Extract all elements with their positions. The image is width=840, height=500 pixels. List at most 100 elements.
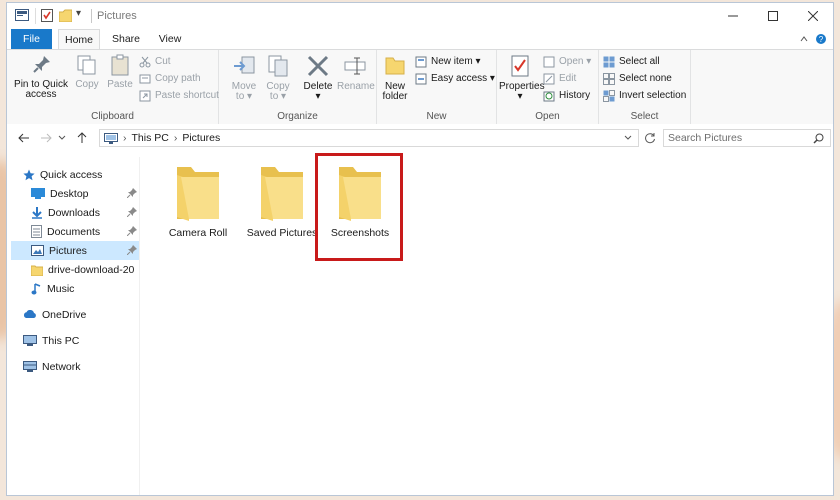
breadcrumb-pictures[interactable]: Pictures	[182, 132, 220, 144]
desktop-icon	[31, 188, 45, 199]
edit-label: Edit	[559, 73, 577, 84]
select-none-button[interactable]: Select none	[603, 71, 672, 87]
open-label: Open ▾	[559, 56, 592, 67]
rename-icon	[344, 57, 366, 75]
properties-qat-icon[interactable]	[41, 9, 53, 25]
open-group: Properties ▾ Open ▾ Edit History Open	[497, 50, 599, 124]
back-button[interactable]	[15, 129, 33, 147]
rename-button[interactable]: Rename	[337, 54, 375, 92]
paste-label: Paste	[107, 79, 133, 90]
folder-name: Saved Pictures	[246, 227, 318, 239]
cut-button[interactable]: Cut	[139, 54, 171, 70]
nav-documents[interactable]: Documents	[31, 222, 139, 241]
new-folder-button[interactable]: New folder	[379, 54, 411, 102]
invert-selection-icon	[603, 90, 615, 102]
qat-customize-dropdown[interactable]: ▾	[76, 8, 81, 19]
folder-item-camera-roll[interactable]: Camera Roll	[158, 157, 238, 239]
nav-network[interactable]: Network	[23, 357, 139, 376]
history-button[interactable]: History	[543, 88, 590, 104]
copy-path-button[interactable]: Copy path	[139, 71, 201, 87]
search-icon	[813, 133, 824, 144]
nav-downloads[interactable]: Downloads	[31, 203, 139, 222]
folder-item-saved-pictures[interactable]: Saved Pictures	[242, 157, 322, 239]
chevron-down-icon	[58, 135, 66, 140]
red-highlight-box	[315, 153, 403, 261]
nav-pictures[interactable]: Pictures	[11, 241, 139, 260]
open-button[interactable]: Open ▾	[543, 54, 591, 70]
nav-this-pc[interactable]: This PC	[23, 331, 139, 350]
this-pc-icon	[104, 132, 118, 144]
breadcrumb-this-pc[interactable]: This PC	[132, 132, 169, 144]
easy-access-label: Easy access ▾	[431, 73, 495, 84]
tab-home[interactable]: Home	[58, 29, 100, 50]
scissors-icon	[139, 56, 151, 68]
tab-view[interactable]: View	[152, 29, 188, 49]
minimize-button[interactable]	[713, 3, 753, 29]
properties-icon	[511, 55, 529, 77]
search-input[interactable]: Search Pictures	[663, 129, 831, 147]
nav-drive-download[interactable]: drive-download-20	[31, 260, 139, 279]
new-folder-label-2: folder	[382, 91, 408, 102]
easy-access-button[interactable]: Easy access ▾	[415, 71, 495, 87]
nav-music-label: Music	[47, 282, 75, 295]
nav-quick-access-label: Quick access	[40, 168, 103, 181]
explorer-app-icon[interactable]	[15, 9, 29, 24]
tab-share[interactable]: Share	[107, 29, 145, 49]
music-note-icon	[31, 282, 41, 294]
invert-selection-button[interactable]: Invert selection	[603, 88, 686, 104]
copy-path-icon	[139, 74, 151, 84]
folder-name: Camera Roll	[168, 227, 228, 239]
nav-music[interactable]: Music	[31, 279, 139, 298]
up-button[interactable]	[73, 129, 91, 147]
new-group: New folder New item ▾ Easy access ▾ New	[377, 50, 497, 124]
properties-button[interactable]: Properties ▾	[499, 54, 545, 102]
copy-to-icon	[268, 55, 288, 77]
new-folder-qat-icon[interactable]	[58, 9, 73, 25]
breadcrumb-chevron[interactable]: ›	[174, 132, 178, 144]
move-to-button[interactable]: Move to ▾	[229, 54, 259, 102]
tab-file[interactable]: File	[11, 29, 52, 49]
paste-button[interactable]: Paste	[105, 54, 135, 90]
organize-group-label: Organize	[277, 111, 318, 122]
maximize-button[interactable]	[753, 3, 793, 29]
nav-quick-access[interactable]: Quick access	[23, 165, 139, 184]
nav-drive-download-label: drive-download-20	[48, 263, 135, 276]
expand-ribbon-and-help[interactable]: ?	[799, 33, 829, 48]
new-item-icon	[415, 56, 427, 68]
delete-label-2: ▾	[315, 91, 321, 102]
nav-onedrive[interactable]: OneDrive	[23, 305, 139, 324]
star-icon	[23, 169, 35, 180]
select-all-label: Select all	[619, 56, 660, 67]
copy-label: Copy	[75, 79, 99, 90]
breadcrumb-chevron[interactable]: ›	[123, 132, 127, 144]
address-dropdown[interactable]	[624, 132, 632, 144]
open-icon	[543, 56, 555, 68]
window-title: Pictures	[97, 10, 137, 22]
edit-button[interactable]: Edit	[543, 71, 576, 87]
select-all-button[interactable]: Select all	[603, 54, 660, 70]
close-button[interactable]	[793, 3, 833, 29]
refresh-icon	[645, 133, 655, 144]
copy-to-button[interactable]: Copy to ▾	[263, 54, 293, 102]
close-icon	[808, 11, 818, 21]
recent-locations-button[interactable]	[57, 129, 67, 147]
paste-shortcut-button[interactable]: Paste shortcut	[139, 88, 219, 104]
open-group-label: Open	[535, 111, 560, 122]
clipboard-group-label: Clipboard	[91, 111, 134, 122]
pin-to-quick-access-button[interactable]: Pin to Quick access	[11, 54, 71, 100]
refresh-button[interactable]	[641, 129, 659, 147]
clipboard-group: Pin to Quick access Copy Paste Cut Copy …	[7, 50, 219, 124]
nav-desktop[interactable]: Desktop	[31, 184, 139, 203]
delete-button[interactable]: Delete ▾	[301, 54, 335, 102]
maximize-icon	[768, 11, 778, 21]
forward-button[interactable]	[37, 129, 55, 147]
nav-downloads-label: Downloads	[48, 206, 100, 219]
invert-selection-label: Invert selection	[619, 90, 687, 101]
copy-button[interactable]: Copy	[73, 54, 101, 90]
qat-separator	[35, 8, 36, 24]
ribbon-tabs: File Home Share View ?	[7, 29, 833, 50]
new-item-button[interactable]: New item ▾	[415, 54, 480, 70]
select-group-label: Select	[630, 111, 659, 122]
computer-icon	[23, 335, 37, 346]
address-bar[interactable]: › This PC › Pictures	[99, 129, 639, 147]
